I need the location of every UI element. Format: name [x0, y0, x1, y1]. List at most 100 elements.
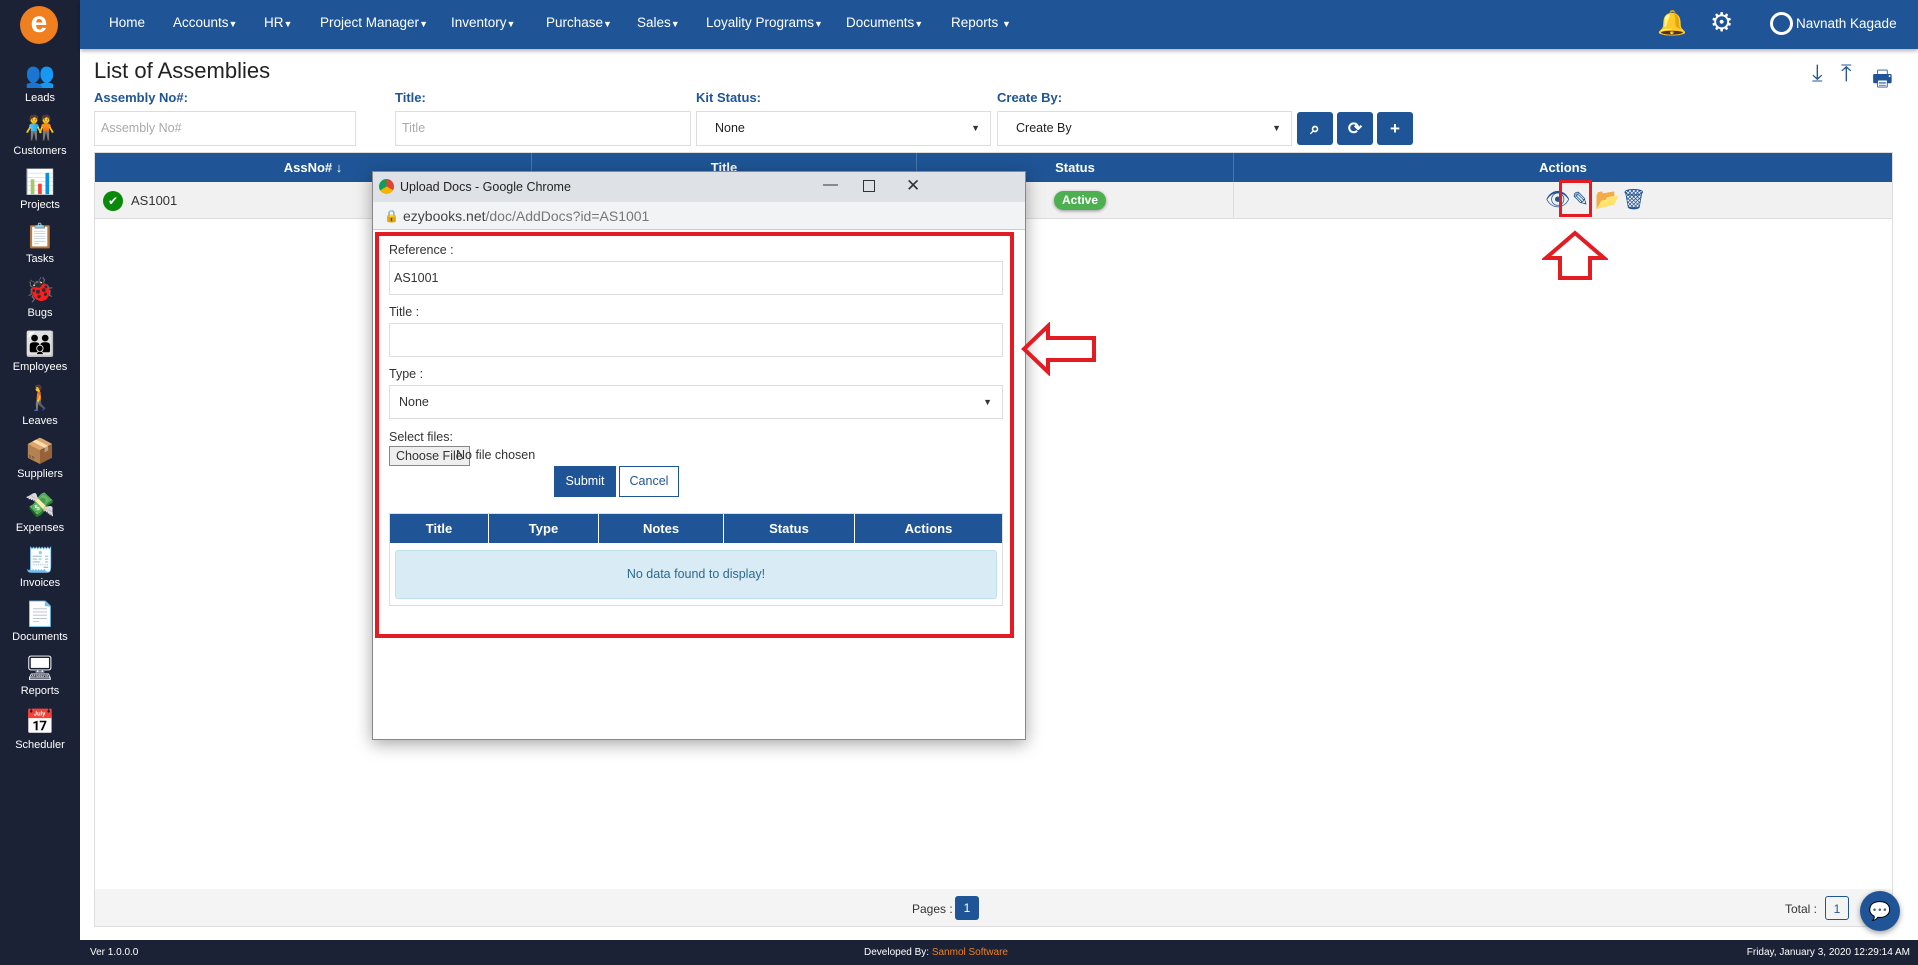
check-circle-icon[interactable]: ✔: [103, 191, 123, 211]
sidebar-item-label: Suppliers: [17, 468, 63, 480]
sidebar-item-leaves[interactable]: 🚶 Leaves: [0, 385, 80, 427]
assembly-no-label: Assembly No#:: [94, 90, 188, 105]
sidebar-item-tasks[interactable]: 📋 Tasks: [0, 223, 80, 265]
select-value: Create By: [1016, 121, 1072, 135]
caret-down-icon: ▼: [419, 19, 428, 29]
window-title: Upload Docs - Google Chrome: [400, 180, 571, 194]
caret-down-icon: ▼: [914, 19, 924, 29]
nav-loyalty-programs[interactable]: Loyality Programs▼: [706, 15, 823, 30]
total-label: Total :: [1785, 902, 1818, 916]
page-1-button[interactable]: 1: [955, 896, 979, 920]
refresh-button[interactable]: ⟳: [1337, 112, 1373, 145]
lock-icon: 🔒: [384, 209, 399, 223]
caret-down-icon: ▼: [1002, 19, 1011, 29]
tasks-icon: 📋: [25, 223, 55, 250]
nav-purchase[interactable]: Purchase▼: [546, 15, 612, 30]
minimize-button[interactable]: —: [823, 176, 838, 193]
kit-status-label: Kit Status:: [696, 90, 761, 105]
footer: Ver 1.0.0.0 Developed By: Sanmol Softwar…: [80, 940, 1918, 965]
search-button[interactable]: ⌕: [1297, 112, 1333, 145]
sidebar-item-reports[interactable]: 🖥 Reports: [0, 655, 80, 697]
caret-down-icon: ▼: [670, 19, 680, 29]
nav-inventory[interactable]: Inventory▼: [451, 15, 515, 30]
developed-by-label: Developed By:: [864, 947, 930, 958]
create-by-label: Create By:: [997, 90, 1063, 105]
nav-label: HR: [264, 15, 284, 30]
settings-gears-icon[interactable]: ⚙: [1710, 7, 1733, 38]
calendar-icon: 📅: [25, 709, 55, 736]
nav-label: Sales: [637, 15, 671, 30]
left-arrow-annotation-icon: [1021, 322, 1096, 376]
pagination-bar: Pages : 1 Total : 1: [95, 889, 1892, 926]
title-label: Title:: [395, 90, 426, 105]
sidebar-item-customers[interactable]: 🧑‍🤝‍🧑 Customers: [0, 115, 80, 157]
sidebar-item-label: Leads: [25, 92, 55, 104]
sidebar-item-documents[interactable]: 📄 Documents: [0, 601, 80, 643]
folder-open-icon[interactable]: 📂: [1595, 182, 1620, 219]
address-bar[interactable]: 🔒 ezybooks.net/doc/AddDocs?id=AS1001: [373, 202, 1025, 230]
sidebar-item-label: Employees: [12, 361, 68, 373]
url-host: ezybooks.net: [403, 208, 486, 224]
nav-home[interactable]: Home: [109, 15, 145, 30]
sidebar-item-suppliers[interactable]: 📦 Suppliers: [0, 438, 80, 480]
column-header-actions: Actions: [1234, 153, 1892, 182]
caret-down-icon: ▼: [1272, 123, 1281, 133]
pages-label: Pages :: [912, 902, 953, 916]
print-icon[interactable]: 🖶: [1872, 62, 1893, 100]
datetime: Friday, January 3, 2020 12:29:14 AM: [1746, 947, 1910, 958]
page-title: List of Assemblies: [94, 58, 271, 83]
developer-link[interactable]: Sanmol Software: [932, 947, 1008, 958]
nav-project-manager[interactable]: Project Manager▼: [320, 15, 428, 30]
highlight-box-folder-icon: [1559, 180, 1592, 217]
kit-status-select[interactable]: None ▼: [696, 111, 991, 146]
chat-bubbles-icon: 💬: [1868, 901, 1892, 921]
caret-down-icon: ▼: [228, 19, 238, 29]
user-menu[interactable]: Navnath Kagade: [1796, 16, 1897, 31]
sidebar-item-projects[interactable]: 📊 Projects: [0, 169, 80, 211]
maximize-button[interactable]: [863, 180, 875, 192]
nav-accounts[interactable]: Accounts▼: [173, 15, 237, 30]
upload-icon[interactable]: ⤒: [1841, 60, 1852, 88]
nav-documents[interactable]: Documents▼: [846, 15, 923, 30]
caret-down-icon: ▼: [971, 123, 980, 133]
sidebar-item-label: Documents: [12, 631, 68, 643]
sidebar-item-scheduler[interactable]: 📅 Scheduler: [0, 709, 80, 751]
assembly-no-input[interactable]: Assembly No#: [94, 111, 356, 146]
refresh-icon: ⟳: [1347, 119, 1363, 138]
sidebar-item-invoices[interactable]: 🧾 Invoices: [0, 547, 80, 589]
projects-icon: 📊: [25, 169, 55, 196]
bell-icon[interactable]: 🔔: [1657, 9, 1687, 38]
trash-icon[interactable]: 🗑: [1621, 182, 1646, 219]
user-avatar-icon[interactable]: [1770, 12, 1793, 35]
nav-hr[interactable]: HR▼: [264, 15, 292, 30]
nav-label: Project Manager: [320, 15, 420, 30]
add-button[interactable]: +: [1377, 112, 1413, 145]
nav-reports[interactable]: Reports ▼: [951, 15, 1011, 30]
caret-down-icon: ▼: [283, 19, 293, 29]
title-input[interactable]: Title: [395, 111, 691, 146]
app-logo[interactable]: e: [20, 6, 58, 44]
nav-label: Accounts: [173, 15, 229, 30]
caret-down-icon: ▼: [814, 19, 823, 29]
sidebar-item-label: Expenses: [15, 522, 65, 534]
sidebar-item-label: Tasks: [25, 253, 55, 265]
developed-by: Developed By: Sanmol Software: [864, 940, 1008, 965]
sidebar-item-bugs[interactable]: 🐞 Bugs: [0, 277, 80, 319]
sidebar-item-label: Projects: [20, 199, 60, 211]
download-icon[interactable]: ⤓: [1812, 60, 1823, 88]
nav-sales[interactable]: Sales▼: [637, 15, 680, 30]
sidebar-item-expenses[interactable]: 💸 Expenses: [0, 492, 80, 534]
create-by-select[interactable]: Create By ▼: [997, 111, 1292, 146]
sidebar-item-employees[interactable]: 👪 Employees: [0, 331, 80, 373]
close-button[interactable]: ✕: [906, 176, 920, 196]
leaves-icon: 🚶: [25, 385, 55, 412]
sidebar-item-leads[interactable]: 👥 Leads: [0, 62, 80, 104]
window-titlebar[interactable]: Upload Docs - Google Chrome — ✕: [373, 172, 1025, 202]
plus-icon: +: [1390, 119, 1400, 138]
chat-button[interactable]: 💬: [1860, 891, 1900, 931]
url-path: /doc/AddDocs?id=AS1001: [485, 208, 650, 224]
documents-icon: 📄: [25, 601, 55, 628]
suppliers-icon: 📦: [25, 438, 55, 465]
nav-label: Purchase: [546, 15, 604, 30]
sidebar: e 👥 Leads 🧑‍🤝‍🧑 Customers 📊 Projects 📋 Tasks 🐞 Bu…: [0, 0, 80, 965]
